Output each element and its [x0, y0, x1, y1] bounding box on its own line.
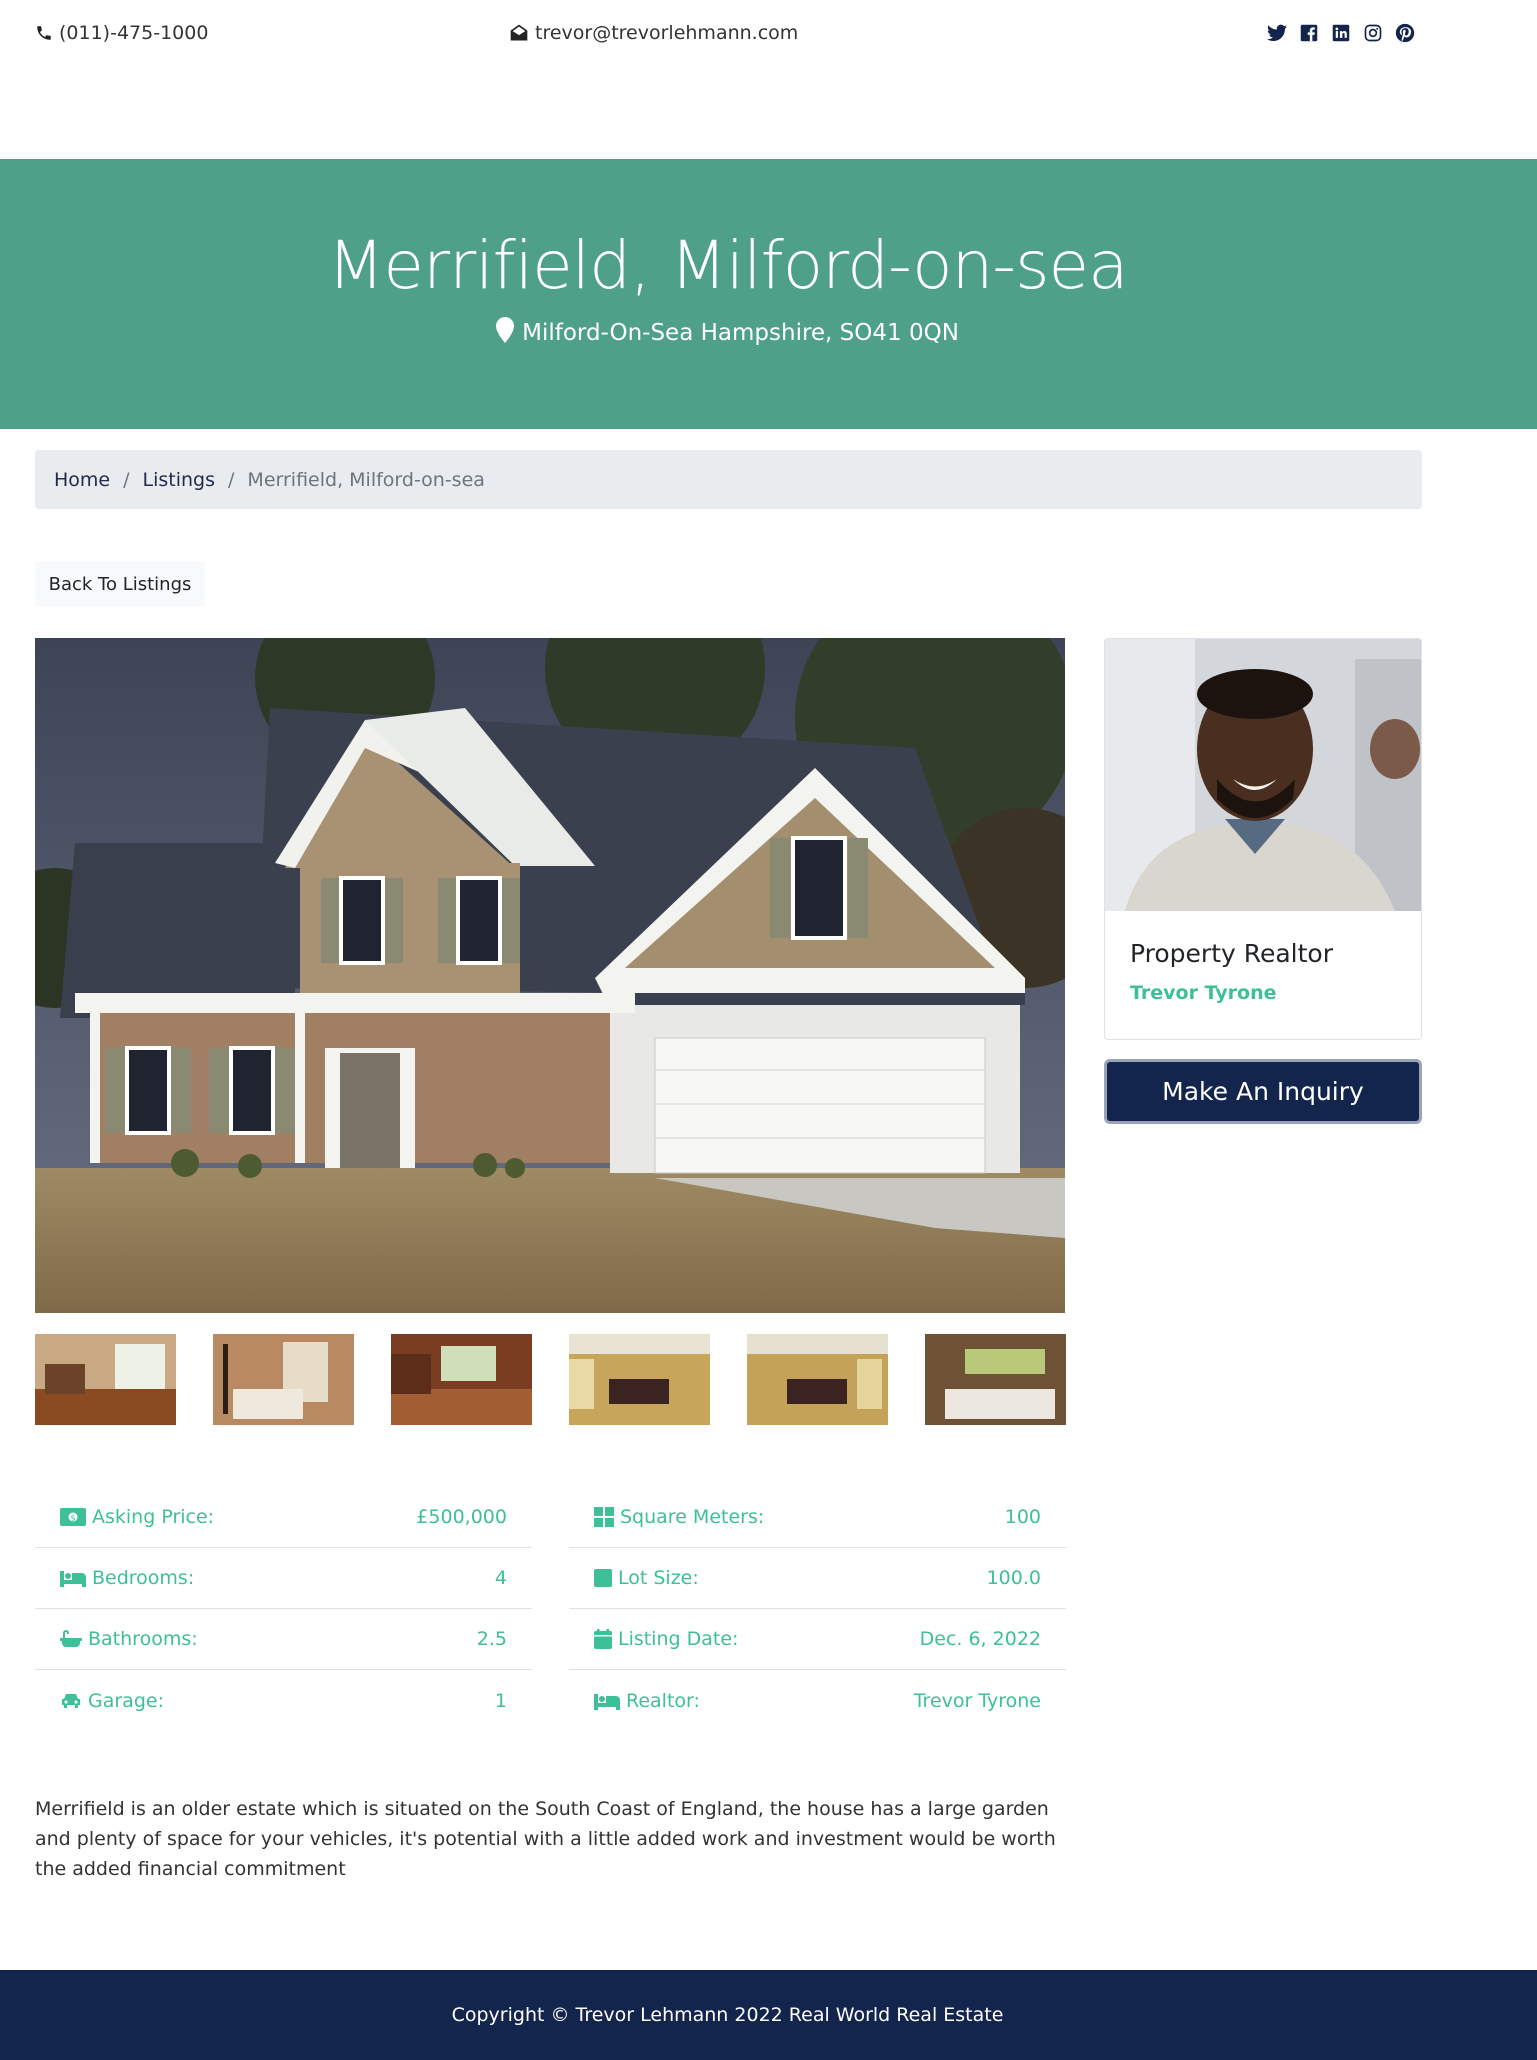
breadcrumb-home[interactable]: Home	[54, 469, 110, 491]
contact-email[interactable]: trevor@trevorlehmann.com	[509, 22, 798, 44]
phone-number: (011)-475-1000	[59, 22, 209, 44]
twitter-icon[interactable]	[1266, 22, 1288, 44]
svg-text:$: $	[70, 1514, 75, 1523]
map-marker-icon	[496, 317, 515, 349]
thumbnail-image[interactable]	[35, 1334, 176, 1425]
bed-icon	[594, 1692, 620, 1710]
realtor-name: Trevor Tyrone	[1130, 982, 1277, 1004]
calendar-icon	[594, 1629, 612, 1649]
address-text: Milford-On-Sea Hampshire, SO41 0QN	[522, 320, 959, 346]
property-address: Milford-On-Sea Hampshire, SO41 0QN	[0, 317, 1455, 349]
make-inquiry-button[interactable]: Make An Inquiry	[1104, 1059, 1422, 1124]
details-list-right: Square Meters: 100 Lot Size: 100.0 Listi…	[569, 1487, 1066, 1731]
details-list-left: $ Asking Price: £500,000 Bedrooms: 4 Bath…	[35, 1487, 532, 1731]
car-icon	[60, 1692, 82, 1710]
social-links	[1266, 22, 1416, 44]
detail-listing-date: Listing Date: Dec. 6, 2022	[569, 1609, 1066, 1670]
back-to-listings-button[interactable]: Back To Listings	[35, 561, 205, 607]
phone-icon	[35, 24, 53, 42]
realtor-card-title: Property Realtor	[1130, 939, 1334, 968]
grid-icon	[594, 1507, 614, 1527]
bath-icon	[60, 1629, 82, 1649]
detail-garage: Garage: 1	[35, 1670, 532, 1731]
envelope-open-icon	[509, 23, 529, 43]
instagram-icon[interactable]	[1362, 22, 1384, 44]
thumbnail-gallery	[35, 1334, 1066, 1425]
top-bar: (011)-475-1000 trevor@trevorlehmann.com	[0, 0, 1537, 70]
main-property-image	[35, 638, 1065, 1313]
page-title: Merrifield, Milford-on-sea	[327, 227, 1128, 304]
thumbnail-image[interactable]	[391, 1334, 532, 1425]
breadcrumb: Home / Listings / Merrifield, Milford-on…	[35, 450, 1422, 509]
detail-bedrooms: Bedrooms: 4	[35, 1548, 532, 1609]
thumbnail-image[interactable]	[213, 1334, 354, 1425]
bed-icon	[60, 1569, 86, 1587]
footer: Copyright © Trevor Lehmann 2022 Real Wor…	[0, 1970, 1537, 2060]
detail-realtor: Realtor: Trevor Tyrone	[569, 1670, 1066, 1731]
detail-square-meters: Square Meters: 100	[569, 1487, 1066, 1548]
linkedin-icon[interactable]	[1330, 22, 1352, 44]
realtor-card: Property Realtor Trevor Tyrone	[1104, 638, 1422, 1040]
thumbnail-image[interactable]	[747, 1334, 888, 1425]
hero-banner: Merrifield, Milford-on-sea Milford-On-Se…	[0, 159, 1537, 429]
square-icon	[594, 1569, 612, 1587]
thumbnail-image[interactable]	[569, 1334, 710, 1425]
email-address[interactable]: trevor@trevorlehmann.com	[535, 22, 798, 44]
breadcrumb-separator: /	[123, 468, 130, 491]
property-description: Merrifield is an older estate which is s…	[35, 1798, 1056, 1880]
copyright-text: Copyright © Trevor Lehmann 2022 Real Wor…	[451, 2004, 1004, 2026]
contact-phone: (011)-475-1000	[35, 22, 208, 44]
breadcrumb-separator: /	[228, 468, 235, 491]
breadcrumb-current: Merrifield, Milford-on-sea	[247, 468, 485, 491]
detail-lot-size: Lot Size: 100.0	[569, 1548, 1066, 1609]
thumbnail-image[interactable]	[925, 1334, 1066, 1425]
detail-asking-price: $ Asking Price: £500,000	[35, 1487, 532, 1548]
realtor-photo	[1105, 639, 1421, 911]
facebook-icon[interactable]	[1298, 22, 1320, 44]
breadcrumb-listings[interactable]: Listings	[143, 469, 216, 491]
detail-bathrooms: Bathrooms: 2.5	[35, 1609, 532, 1670]
pinterest-icon[interactable]	[1394, 22, 1416, 44]
money-icon: $	[60, 1508, 86, 1526]
